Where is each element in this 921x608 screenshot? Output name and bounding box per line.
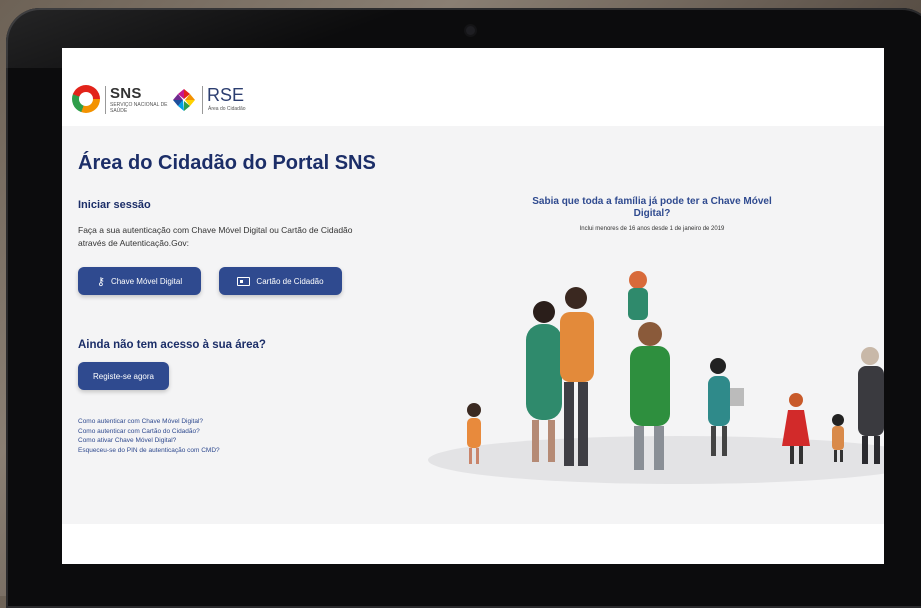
- help-link-cc[interactable]: Como autenticar com Cartão do Cidadão?: [78, 427, 220, 437]
- id-card-icon: [237, 276, 251, 286]
- sns-title: SNS: [110, 85, 142, 102]
- family-illustration: [428, 271, 884, 484]
- help-link-forgot-pin[interactable]: Esqueceu-se do PIN de autenticação com C…: [78, 446, 220, 456]
- camera-icon: [466, 26, 475, 35]
- rse-logo-icon: [173, 89, 195, 111]
- screen: SNS SERVIÇO NACIONAL DE SAÚDE RSE Área d…: [62, 48, 884, 564]
- help-link-activate-cmd[interactable]: Como ativar Chave Móvel Digital?: [78, 436, 220, 446]
- sns-divider: [105, 86, 106, 114]
- rse-divider: [202, 86, 203, 114]
- chave-movel-digital-label: Chave Móvel Digital: [110, 276, 183, 286]
- register-section-title: Ainda não tem acesso à sua área?: [78, 339, 266, 351]
- login-section-title: Iniciar sessão: [78, 199, 151, 211]
- sns-logo-icon: [72, 85, 100, 113]
- rse-subtitle: Área do Cidadão: [208, 106, 246, 112]
- chave-movel-digital-button[interactable]: ⚷ Chave Móvel Digital: [78, 267, 201, 295]
- login-intro-text: Faça a sua autenticação com Chave Móvel …: [78, 225, 353, 248]
- register-button[interactable]: Registe-se agora: [78, 362, 169, 390]
- help-links: Como autenticar com Chave Móvel Digital?…: [78, 417, 220, 455]
- key-icon: ⚷: [96, 275, 105, 288]
- promo-subtitle: Inclui menores de 16 anos desde 1 de jan…: [579, 226, 725, 232]
- page-title: Área do Cidadão do Portal SNS: [78, 152, 376, 174]
- cartao-de-cidadao-button[interactable]: Cartão de Cidadão: [219, 267, 342, 295]
- promo-title: Sabia que toda a família já pode ter a C…: [532, 196, 772, 219]
- rse-title: RSE: [207, 85, 245, 105]
- sns-subtitle: SERVIÇO NACIONAL DE SAÚDE: [110, 102, 168, 114]
- footer: [62, 524, 884, 564]
- help-link-cmd[interactable]: Como autenticar com Chave Móvel Digital?: [78, 417, 220, 427]
- site-header: SNS SERVIÇO NACIONAL DE SAÚDE RSE Área d…: [62, 48, 884, 126]
- cartao-de-cidadao-label: Cartão de Cidadão: [256, 276, 324, 286]
